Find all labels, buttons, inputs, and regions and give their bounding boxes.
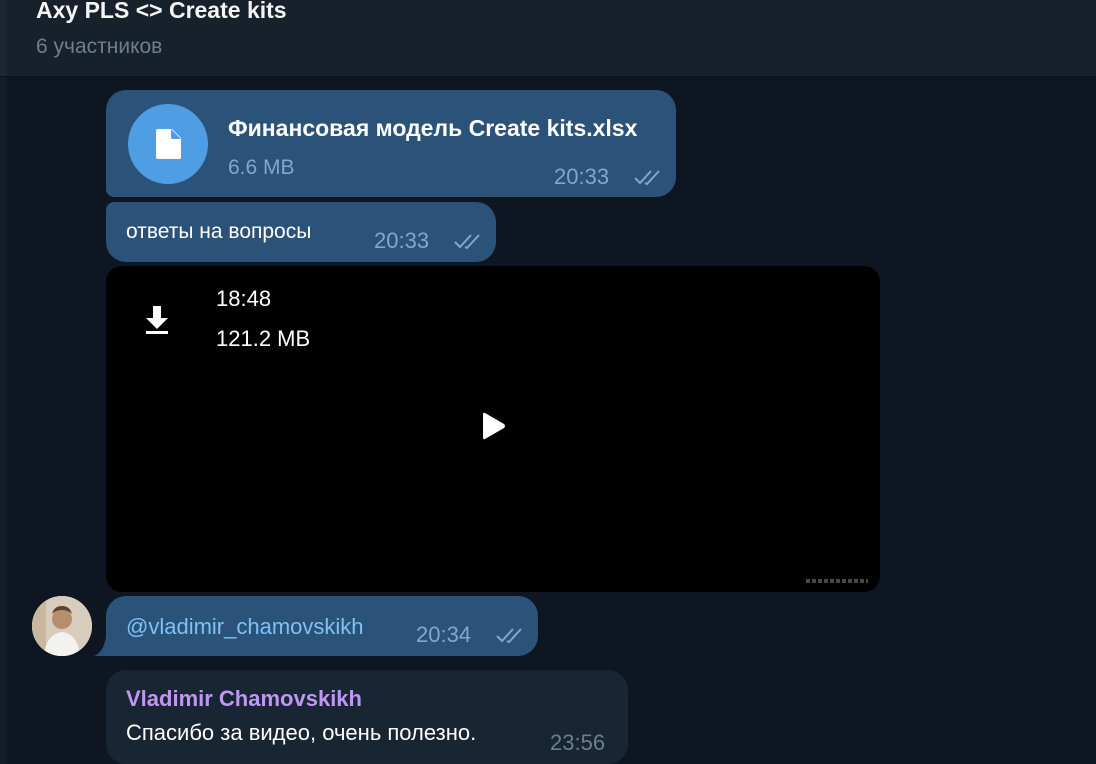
text-message[interactable]: ответы на вопросы 20:33: [106, 202, 496, 262]
file-message[interactable]: Финансовая модель Create kits.xlsx 6.6 M…: [106, 90, 676, 197]
video-progress-indicator: [806, 579, 868, 583]
download-arrow-icon[interactable]: [144, 304, 170, 334]
double-check-icon: [634, 170, 660, 186]
chat-header[interactable]: Axy PLS <> Create kits 6 участников: [0, 0, 1096, 77]
double-check-icon: [496, 628, 522, 644]
double-check-icon: [454, 234, 480, 250]
header-edge: [0, 0, 7, 76]
message-time: 20:33: [554, 164, 610, 189]
message-text: Спасибо за видео, очень полезно.: [126, 720, 477, 745]
user-mention-link[interactable]: @vladimir_chamovskikh: [126, 614, 364, 640]
avatar[interactable]: [32, 596, 92, 656]
file-name[interactable]: Финансовая модель Create kits.xlsx: [228, 115, 637, 142]
message-time: 20:33: [374, 228, 430, 253]
sidebar-edge: [0, 77, 7, 764]
file-download-button[interactable]: [128, 104, 208, 184]
video-size: 121.2 MB: [216, 326, 311, 351]
chat-title[interactable]: Axy PLS <> Create kits: [36, 0, 287, 24]
play-icon[interactable]: [482, 411, 506, 441]
message-time: 23:56: [550, 730, 606, 755]
video-duration: 18:48: [216, 286, 272, 311]
incoming-message[interactable]: Vladimir Chamovskikh Спасибо за видео, о…: [106, 670, 628, 764]
user-photo: [32, 596, 92, 656]
sender-name[interactable]: Vladimir Chamovskikh: [126, 686, 362, 712]
video-message[interactable]: 18:48 121.2 MB: [106, 266, 880, 592]
message-time: 20:34: [416, 622, 472, 647]
message-text: ответы на вопросы: [126, 220, 312, 243]
document-icon: [156, 129, 181, 159]
file-size: 6.6 MB: [228, 156, 295, 179]
mention-message[interactable]: @vladimir_chamovskikh 20:34: [106, 596, 538, 656]
participants-count[interactable]: 6 участников: [36, 35, 162, 59]
